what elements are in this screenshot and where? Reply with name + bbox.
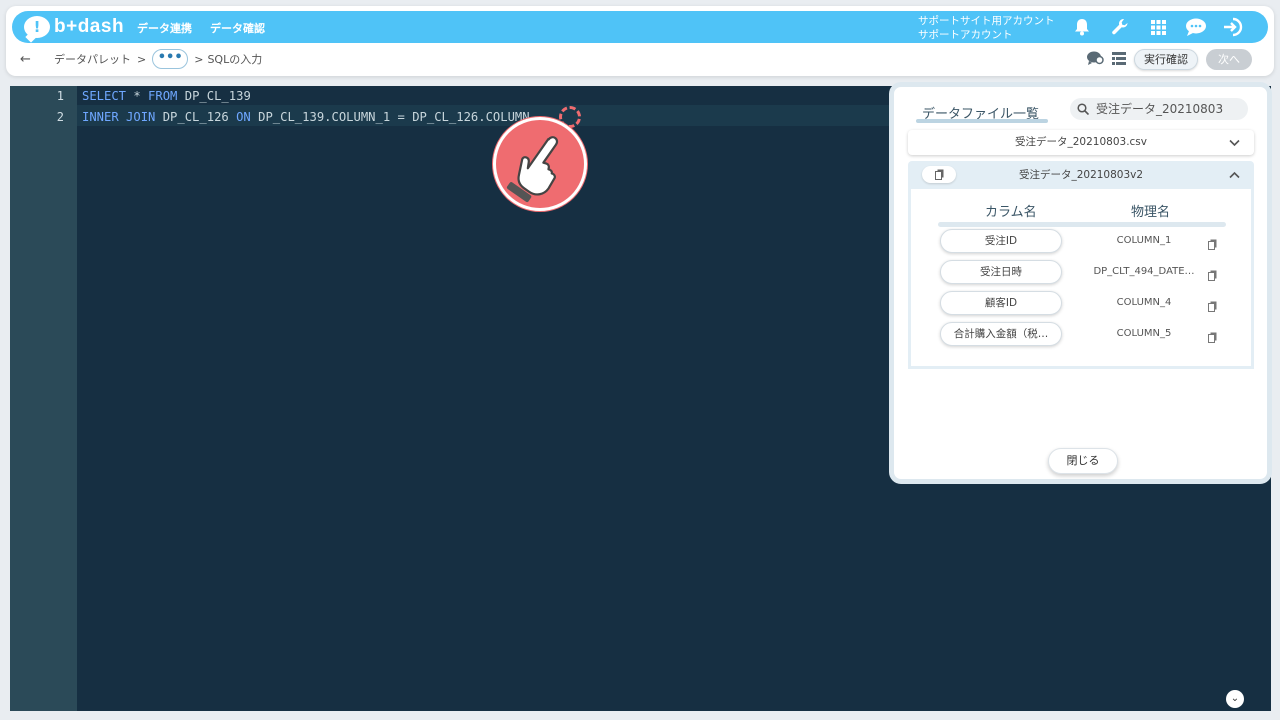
physical-name: COLUMN_5 [1116,328,1172,339]
breadcrumb-more-button[interactable]: ••• [152,49,189,69]
wrench-icon[interactable] [1108,16,1132,38]
chevron-down-icon [1229,130,1240,156]
breadcrumb-separator: > [194,52,204,66]
column-row: 受注ID COLUMN_1 [940,229,1230,253]
line-number: 1 [56,89,64,103]
physical-name: COLUMN_4 [1116,297,1172,308]
column-row: 合計購入金額（税… COLUMN_5 [940,322,1230,346]
column-header-underline [938,222,1226,227]
column-name-chip[interactable]: 顧客ID [940,291,1062,315]
grid-icon[interactable] [1146,16,1170,38]
file-search-input[interactable]: 受注データ_20210803 [1070,98,1248,120]
column-name-header: カラム名 [985,205,1037,220]
sql-keyword: INNER JOIN [82,110,156,124]
sql-token: DP_CL_126 [155,110,237,124]
table-list-icon[interactable] [1112,50,1126,69]
physical-name-header: 物理名 [1131,205,1171,220]
copy-file-button[interactable] [922,166,956,183]
breadcrumb: ← データパレット > ••• > SQLの入力 [20,47,262,71]
column-name-chip[interactable]: 合計購入金額（税… [940,322,1062,346]
pointing-hand-icon [493,117,587,211]
search-icon [1077,98,1090,122]
copy-icon[interactable] [1208,328,1217,343]
column-name-chip[interactable]: 受注日時 [940,260,1062,284]
copy-icon[interactable] [1208,297,1217,312]
close-button[interactable]: 閉じる [1048,448,1118,474]
nav-data-integration[interactable]: データ連携 [137,20,192,36]
bdash-logo[interactable]: ! b+dash [24,16,124,38]
file-name: 受注データ_20210803v2 [1018,169,1144,181]
sql-keyword: FROM [148,89,178,103]
next-button[interactable]: 次へ [1206,49,1252,70]
column-name-chip[interactable]: 受注ID [940,229,1062,253]
sql-keyword: SELECT [82,89,127,103]
scroll-down-button[interactable]: ⌄ [1226,690,1244,708]
copy-icon[interactable] [1208,235,1217,250]
nav-data-confirmation[interactable]: データ確認 [210,20,265,36]
file-name: 受注データ_20210803.csv [1015,136,1147,148]
line-number: 2 [56,110,64,124]
account-name-label: サポートアカウント [918,29,1013,41]
account-info[interactable]: サポートサイト用アカウント サポートアカウント [918,14,1055,42]
chat-icon[interactable] [1184,16,1208,38]
code-line-2[interactable]: INNER JOIN DP_CL_126 ON DP_CL_139.COLUMN… [82,110,537,124]
sql-token: DP_CL_139 [177,89,251,103]
logo-text: b+dash [54,16,125,37]
logout-icon[interactable] [1222,16,1246,38]
breadcrumb-sql-input: SQLの入力 [207,53,263,66]
line-number-gutter [10,86,77,711]
panel-title-underline [916,119,1048,123]
physical-name: DP_CLT_494_DATE… [1093,266,1195,277]
column-row: 顧客ID COLUMN_4 [940,291,1230,315]
back-arrow-icon[interactable]: ← [20,52,42,67]
chevron-up-icon [1229,161,1240,189]
file-item-v2[interactable]: 受注データ_20210803v2 [908,161,1254,189]
breadcrumb-separator: > [137,52,147,66]
search-value: 受注データ_20210803 [1096,102,1224,116]
physical-name: COLUMN_1 [1116,235,1172,246]
settings-chat-icon[interactable] [1086,50,1104,70]
bell-icon[interactable] [1070,16,1094,38]
execute-confirm-button[interactable]: 実行確認 [1134,49,1198,70]
account-site-label: サポートサイト用アカウント [918,15,1055,27]
file-item-csv[interactable]: 受注データ_20210803.csv [908,130,1254,155]
code-line-1[interactable]: SELECT * FROM DP_CL_139 [82,89,251,103]
logo-bubble-icon: ! [24,16,50,38]
breadcrumb-data-palette[interactable]: データパレット [54,51,131,67]
top-navigation-bar: ! b+dash データ連携 データ確認 サポートサイト用アカウント サポートア… [12,11,1268,43]
sql-token: * [126,89,149,103]
column-list: カラム名 物理名 受注ID COLUMN_1 受注日時 DP_CLT_494_D… [908,189,1254,369]
data-file-list-panel: データファイル一覧 受注データ_20210803 受注データ_20210803.… [889,82,1272,484]
column-row: 受注日時 DP_CLT_494_DATE… [940,260,1230,284]
copy-icon[interactable] [1208,266,1217,281]
sql-keyword: ON [236,110,251,124]
